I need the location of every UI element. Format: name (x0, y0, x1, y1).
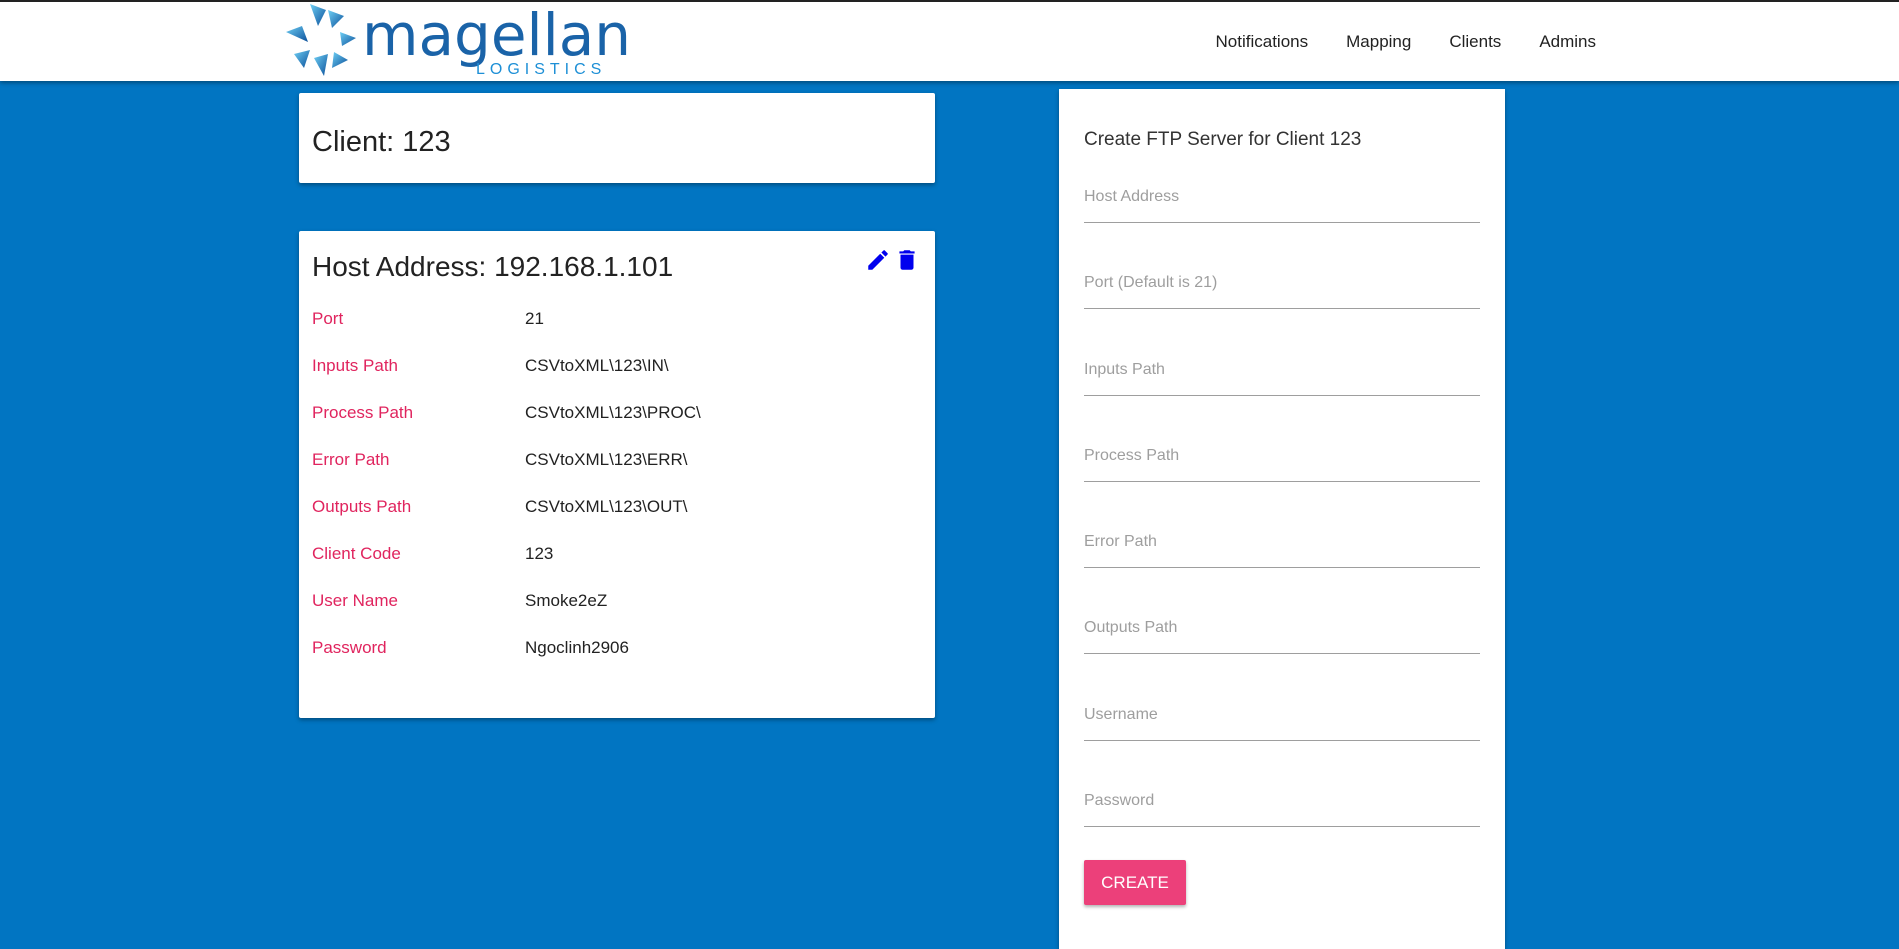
detail-value: CSVtoXML\123\ERR\ (525, 450, 688, 469)
username-input[interactable] (1084, 700, 1480, 730)
detail-row-user-name: User Name Smoke2eZ (312, 591, 912, 638)
logo-wordmark: magellan (362, 1, 632, 69)
detail-row-password: Password Ngoclinh2906 (312, 638, 912, 685)
form-title: Create FTP Server for Client 123 (1084, 129, 1362, 150)
detail-label: Port (312, 309, 344, 328)
detail-label: Error Path (312, 450, 390, 469)
create-button[interactable]: CREATE (1084, 860, 1186, 905)
host-address-input[interactable] (1084, 182, 1480, 212)
detail-row-port: Port 21 (312, 309, 912, 356)
port-field (1084, 268, 1480, 309)
detail-label: Password (312, 638, 387, 657)
detail-label: Process Path (312, 403, 414, 422)
port-input[interactable] (1084, 268, 1480, 298)
pencil-icon (868, 250, 888, 270)
detail-row-error-path: Error Path CSVtoXML\123\ERR\ (312, 450, 912, 497)
detail-value: Ngoclinh2906 (525, 638, 629, 657)
host-address-title: Host Address: 192.168.1.101 (312, 251, 674, 282)
nav-notifications[interactable]: Notifications (1216, 32, 1309, 52)
detail-value: CSVtoXML\123\PROC\ (525, 403, 701, 422)
inputs-path-field (1084, 355, 1480, 396)
detail-label: Outputs Path (312, 497, 412, 516)
create-ftp-form: Create FTP Server for Client 123 CREATE (1059, 89, 1505, 949)
client-card: Client: 123 (299, 93, 935, 183)
host-address-field (1084, 182, 1480, 223)
process-path-field (1084, 441, 1480, 482)
outputs-path-input[interactable] (1084, 613, 1480, 643)
main-nav: Notifications Mapping Clients Admins (1216, 32, 1596, 52)
host-details-card: Host Address: 192.168.1.101 Port 21 Inpu… (299, 231, 935, 718)
edit-host-button[interactable] (865, 247, 891, 273)
detail-value: 21 (525, 309, 544, 328)
detail-row-outputs-path: Outputs Path CSVtoXML\123\OUT\ (312, 497, 912, 544)
process-path-input[interactable] (1084, 441, 1480, 471)
password-field (1084, 786, 1480, 827)
detail-value: 123 (525, 544, 554, 563)
detail-label: Client Code (312, 544, 401, 563)
client-title: Client: 123 (312, 126, 451, 158)
detail-value: CSVtoXML\123\IN\ (525, 356, 669, 375)
password-input[interactable] (1084, 786, 1480, 816)
detail-label: User Name (312, 591, 398, 610)
nav-clients[interactable]: Clients (1449, 32, 1501, 52)
inputs-path-input[interactable] (1084, 355, 1480, 385)
username-field (1084, 700, 1480, 741)
detail-row-inputs-path: Inputs Path CSVtoXML\123\IN\ (312, 356, 912, 403)
top-navbar: magellan LOGISTICS Notifications Mapping… (0, 0, 1899, 81)
detail-row-process-path: Process Path CSVtoXML\123\PROC\ (312, 403, 912, 450)
error-path-input[interactable] (1084, 527, 1480, 557)
nav-mapping[interactable]: Mapping (1346, 32, 1411, 52)
error-path-field (1084, 527, 1480, 568)
detail-label: Inputs Path (312, 356, 399, 375)
detail-row-client-code: Client Code 123 (312, 544, 912, 591)
logo-star-icon (286, 4, 356, 76)
delete-host-button[interactable] (894, 247, 920, 273)
nav-admins[interactable]: Admins (1539, 32, 1596, 52)
logo-subtitle: LOGISTICS (476, 61, 607, 78)
host-detail-rows: Port 21 Inputs Path CSVtoXML\123\IN\ Pro… (312, 309, 912, 685)
trash-icon (899, 250, 915, 270)
detail-value: Smoke2eZ (525, 591, 608, 610)
magellan-logo[interactable]: magellan LOGISTICS (284, 2, 631, 82)
outputs-path-field (1084, 613, 1480, 654)
detail-value: CSVtoXML\123\OUT\ (525, 497, 688, 516)
